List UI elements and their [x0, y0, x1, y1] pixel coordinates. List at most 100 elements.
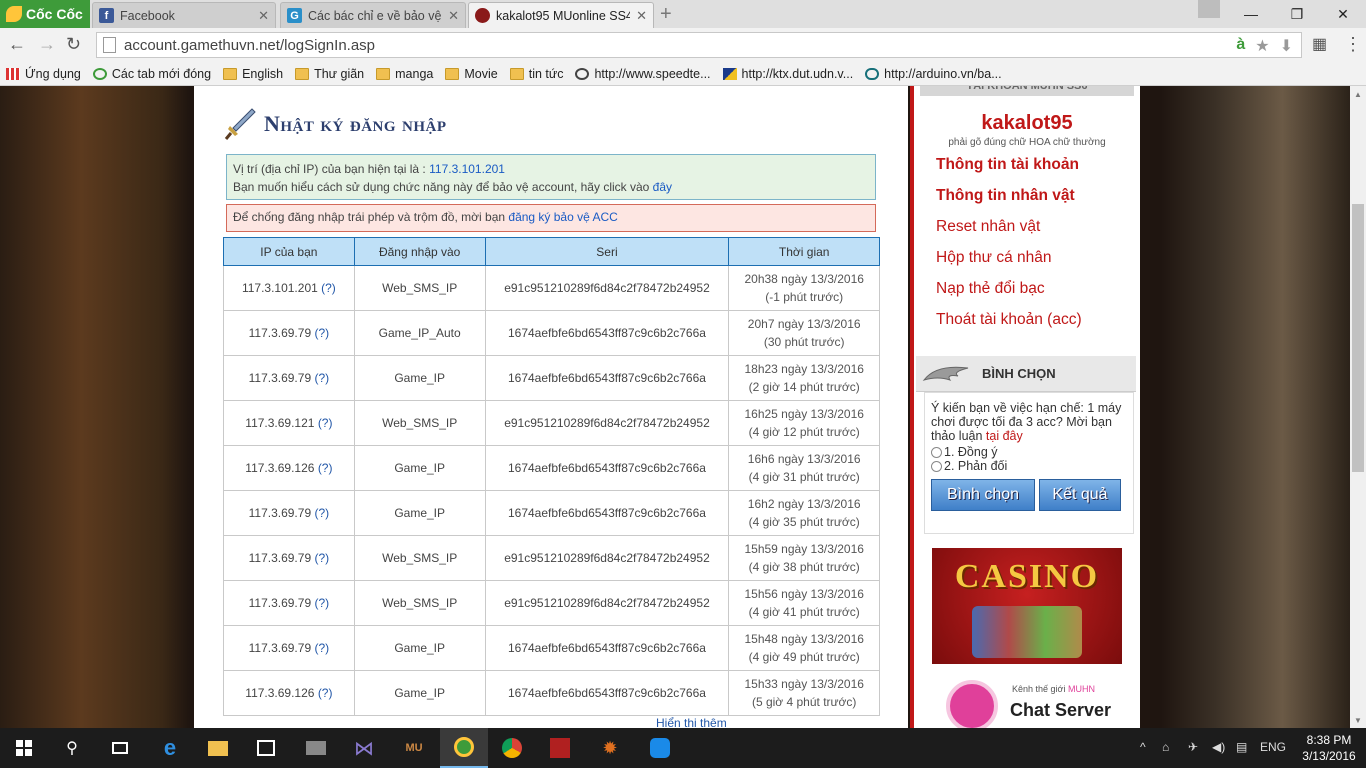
- user-profile-icon[interactable]: [1198, 0, 1220, 18]
- ip-lookup-link[interactable]: (?): [314, 596, 329, 610]
- coccoc-dictionary-icon[interactable]: à: [1236, 36, 1245, 56]
- zalo-icon[interactable]: [636, 728, 684, 768]
- coccoc-taskbar-icon[interactable]: [440, 728, 488, 768]
- reset-character-link[interactable]: Reset nhân vật: [936, 218, 1040, 236]
- sunburst-app-icon[interactable]: ✹: [586, 728, 634, 768]
- qr-icon[interactable]: ▦: [1312, 34, 1327, 54]
- star-icon[interactable]: ★: [1255, 36, 1269, 56]
- bookmark-apps[interactable]: Ứng dụng: [6, 67, 81, 81]
- folder-icon: [509, 67, 524, 80]
- tab-facebook[interactable]: f Facebook ✕: [92, 2, 276, 28]
- tab-forum[interactable]: G Các bác chỉ e về bảo vệ ip ✕: [280, 2, 466, 28]
- bookmark-manga[interactable]: manga: [376, 67, 433, 81]
- scroll-up-icon[interactable]: ▲: [1354, 90, 1362, 99]
- result-button[interactable]: Kết quả: [1039, 479, 1121, 511]
- vote-button[interactable]: Bình chọn: [931, 479, 1035, 511]
- sword-icon: [224, 108, 256, 140]
- ip-lookup-link[interactable]: (?): [314, 506, 329, 520]
- coccoc-logo[interactable]: Cốc Cốc: [0, 0, 90, 28]
- cell-seri: 1674aefbfe6bd6543ff87c9c6b2c766a: [484, 355, 730, 401]
- mailbox-link[interactable]: Hộp thư cá nhân: [936, 249, 1052, 267]
- chat-brand: MUHN: [1067, 684, 1095, 694]
- back-icon[interactable]: ←: [8, 34, 26, 55]
- file-explorer-icon[interactable]: [194, 728, 242, 768]
- ip-lookup-link[interactable]: (?): [321, 281, 336, 295]
- edge-icon[interactable]: e: [146, 728, 194, 768]
- game-app-icon[interactable]: [292, 728, 340, 768]
- ip-lookup-link[interactable]: (?): [318, 686, 333, 700]
- bookmark-movie[interactable]: Movie: [445, 67, 498, 81]
- casino-ad[interactable]: CASINO: [932, 548, 1122, 664]
- minimize-button[interactable]: —: [1228, 0, 1274, 28]
- start-icon[interactable]: [0, 728, 48, 768]
- arduino-icon: [865, 67, 880, 80]
- table-row: 117.3.69.79 (?) Web_SMS_IP e91c951210289f6…: [223, 580, 880, 626]
- clock[interactable]: 8:38 PM 3/13/2016: [1300, 732, 1358, 764]
- ip-lookup-link[interactable]: (?): [318, 416, 333, 430]
- ip-lookup-link[interactable]: (?): [314, 371, 329, 385]
- ip-text: 117.3.69.79: [248, 506, 312, 520]
- ip-lookup-link[interactable]: (?): [314, 641, 329, 655]
- download-icon[interactable]: ⬇: [1280, 36, 1293, 56]
- mu-launcher-icon[interactable]: MU: [390, 728, 438, 768]
- show-more-link[interactable]: Hiển thị thêm: [656, 716, 727, 728]
- scroll-down-icon[interactable]: ▼: [1354, 716, 1362, 725]
- current-ip-link[interactable]: 117.3.101.201: [429, 162, 505, 176]
- logout-link[interactable]: Thoát tài khoản (acc): [936, 311, 1082, 329]
- menu-icon[interactable]: ⋮: [1344, 34, 1362, 55]
- maximize-button[interactable]: ❐: [1274, 0, 1320, 28]
- bookmark-english[interactable]: English: [223, 67, 283, 81]
- ip-text: 117.3.69.126: [245, 461, 315, 475]
- tray-network-icon[interactable]: ⌂: [1162, 740, 1169, 754]
- poll-option-disagree[interactable]: 2. Phản đối: [931, 459, 1127, 473]
- bookmark-tin-tuc[interactable]: tin tức: [509, 67, 563, 81]
- bookmark-recent-tabs[interactable]: Các tab mới đóng: [92, 67, 211, 81]
- close-tab-icon[interactable]: ✕: [636, 8, 647, 24]
- discussion-link[interactable]: tại đây: [986, 429, 1023, 443]
- radio-icon[interactable]: [931, 460, 942, 472]
- url-field[interactable]: account.gamethuvn.net/logSignIn.asp à ★ ⬇: [96, 32, 1302, 58]
- page-scrollbar[interactable]: ▲ ▼: [1350, 86, 1366, 728]
- ip-lookup-link[interactable]: (?): [314, 551, 329, 565]
- tray-chevron-icon[interactable]: ^: [1140, 740, 1146, 754]
- help-link[interactable]: đây: [653, 180, 672, 194]
- login-time: 15h56 ngày 13/3/2016: [744, 587, 864, 601]
- visual-studio-icon[interactable]: ⋈: [340, 728, 388, 768]
- close-window-button[interactable]: ✕: [1320, 0, 1366, 28]
- account-info-link[interactable]: Thông tin tài khoản: [936, 156, 1079, 174]
- notifications-icon[interactable]: ▤: [1236, 740, 1247, 754]
- task-view-icon[interactable]: [96, 728, 144, 768]
- new-tab-button[interactable]: +: [660, 3, 672, 26]
- login-time: 16h6 ngày 13/3/2016: [747, 452, 861, 466]
- chrome-icon[interactable]: [488, 728, 536, 768]
- ip-lookup-link[interactable]: (?): [318, 461, 333, 475]
- game-launcher-icon[interactable]: [536, 728, 584, 768]
- bookmark-ktx[interactable]: http://ktx.dut.udn.v...: [722, 67, 853, 81]
- radio-icon[interactable]: [931, 446, 942, 458]
- poll-option-agree[interactable]: 1. Đồng ý: [931, 445, 1127, 459]
- login-time: 20h38 ngày 13/3/2016: [744, 272, 864, 286]
- forward-icon[interactable]: →: [38, 34, 56, 55]
- language-indicator[interactable]: ENG: [1260, 740, 1286, 754]
- character-info-link[interactable]: Thông tin nhân vật: [936, 187, 1075, 205]
- close-tab-icon[interactable]: ✕: [258, 8, 269, 24]
- bookmark-thu-gian[interactable]: Thư giãn: [295, 67, 364, 81]
- volume-icon[interactable]: ◀): [1212, 740, 1225, 754]
- chat-server-ad[interactable]: Kênh thế giới MUHN Chat Server: [936, 672, 1122, 728]
- warning-text: Để chống đăng nhập trái phép và trộm đồ,…: [233, 210, 506, 224]
- scroll-thumb[interactable]: [1352, 204, 1364, 472]
- cell-seri: 1674aefbfe6bd6543ff87c9c6b2c766a: [484, 310, 730, 356]
- register-protection-link[interactable]: đăng ký bảo vệ ACC: [508, 210, 617, 224]
- close-tab-icon[interactable]: ✕: [448, 8, 459, 24]
- tab-muonline[interactable]: kakalot95 MUonline SS4 S ✕: [468, 2, 654, 28]
- tray-wifi-off-icon[interactable]: ✈: [1188, 740, 1198, 754]
- sidebar: TÀI KHOẢN MUHN SS6 kakalot95 phải gõ đún…: [910, 86, 1140, 728]
- store-icon[interactable]: [242, 728, 290, 768]
- topup-link[interactable]: Nạp thẻ đổi bạc: [936, 280, 1045, 298]
- ip-lookup-link[interactable]: (?): [314, 326, 329, 340]
- bookmark-arduino[interactable]: http://arduino.vn/ba...: [865, 66, 1002, 81]
- reload-icon[interactable]: ↻: [66, 34, 81, 55]
- bookmark-label: http://arduino.vn/ba...: [884, 66, 1002, 81]
- search-icon[interactable]: ⚲: [48, 728, 96, 768]
- bookmark-speedtest[interactable]: http://www.speedte...: [575, 67, 711, 81]
